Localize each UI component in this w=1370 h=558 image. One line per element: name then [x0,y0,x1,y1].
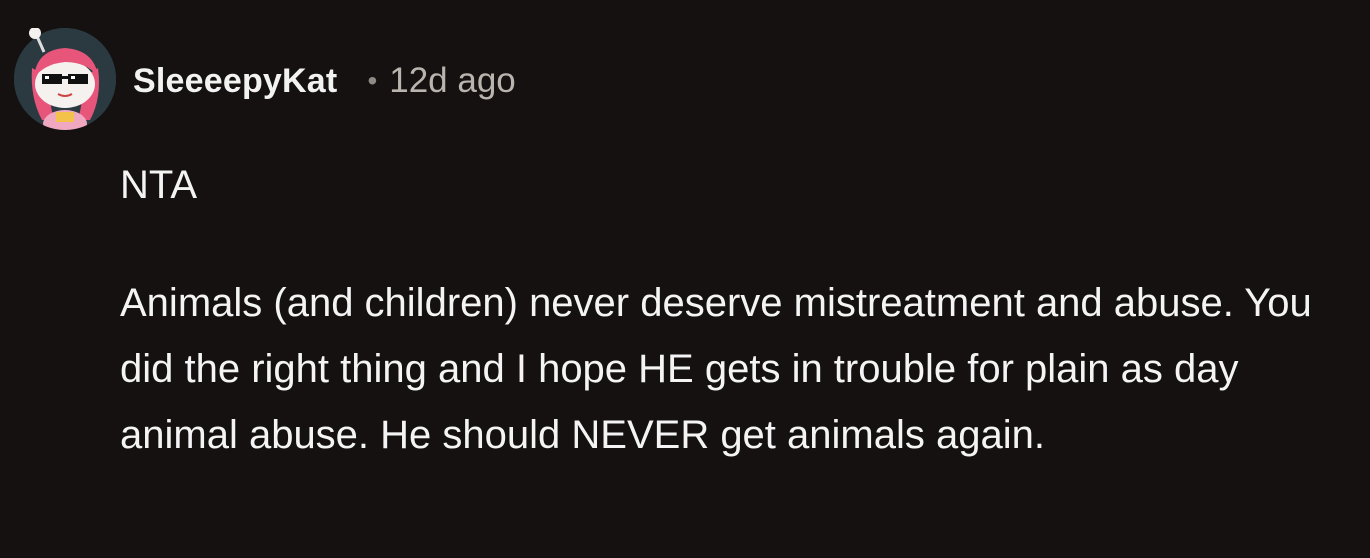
comment-body: NTA Animals (and children) never deserve… [120,152,1350,468]
comment: SleeeepyKat • 12d ago NTA Animals (and c… [0,0,1370,558]
comment-paragraph: Animals (and children) never deserve mis… [120,281,1312,457]
snoo-avatar-icon [14,28,116,130]
separator-dot: • [367,65,378,96]
timestamp[interactable]: 12d ago [389,61,516,101]
username-link[interactable]: SleeeepyKat [133,62,337,101]
comment-meta: SleeeepyKat • 12d ago [133,58,516,104]
avatar[interactable] [14,28,116,130]
comment-paragraph: NTA [120,163,198,207]
